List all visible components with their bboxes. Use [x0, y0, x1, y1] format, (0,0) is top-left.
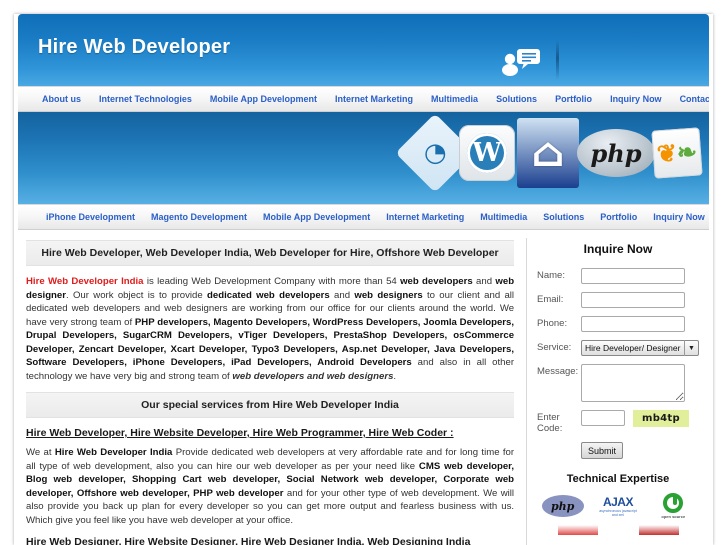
- secondary-navigation: iPhone Development Magento Development M…: [18, 204, 709, 230]
- captcha-input[interactable]: [581, 410, 625, 426]
- intro-text-3: . Our work object is to provide: [66, 289, 208, 301]
- subnav-item-mobile-app-development[interactable]: Mobile App Development: [263, 212, 370, 222]
- ajax-expertise-text: AJAX: [602, 495, 634, 509]
- subnav-item-internet-marketing[interactable]: Internet Marketing: [386, 212, 464, 222]
- section-heading-hire-developer: Hire Web Developer, Hire Website Develop…: [26, 427, 454, 439]
- enter-code-label-line2: Code:: [537, 423, 563, 434]
- wordpress-logo-icon: W: [459, 125, 515, 181]
- php-expertise-icon: php: [541, 493, 585, 519]
- nav-item-mobile-app-development[interactable]: Mobile App Development: [210, 94, 317, 104]
- technical-expertise-title: Technical Expertise: [566, 473, 670, 485]
- subnav-item-inquiry-now[interactable]: Inquiry Now: [653, 212, 705, 222]
- intro-bold-3: dedicated web developers: [207, 289, 330, 301]
- page-root: Hire Web Developer About us Internet Tec…: [0, 0, 727, 545]
- service-select[interactable]: Hire Developer/ Designer ▼: [581, 340, 699, 356]
- ajax-expertise-icon: AJAX asynchronous javascript and xml: [596, 493, 640, 519]
- brand-name-text: Hire Web Developer India: [26, 276, 144, 287]
- nav-item-about-us[interactable]: About us: [42, 94, 81, 104]
- php-logo-icon: php: [577, 129, 655, 177]
- email-label: Email:: [537, 294, 564, 305]
- banner-logo-row: ◔ W ⌂ php ❦ ❧: [395, 113, 703, 193]
- name-input[interactable]: [581, 268, 685, 284]
- site-container: Hire Web Developer About us Internet Tec…: [14, 14, 713, 545]
- magento-glyph: ⌂: [531, 129, 565, 176]
- section-heading-hire-designer: Hire Web Designer, Hire Website Designer…: [26, 536, 471, 545]
- nav-item-solutions[interactable]: Solutions: [496, 94, 537, 104]
- expertise-logo-partial-2: [638, 525, 679, 535]
- main-content-column: Hire Web Developer, Web Developer India,…: [18, 230, 526, 545]
- form-row-captcha: Enter Code: mb4tp: [537, 410, 699, 434]
- open-source-ring-icon: [663, 493, 684, 513]
- submit-button[interactable]: Submit: [581, 442, 623, 459]
- intro-text-1: is leading Web Development Company with …: [143, 276, 401, 287]
- expertise-logo-partial-1: [557, 525, 598, 535]
- form-row-email: Email:: [537, 292, 699, 308]
- form-row-message: Message:: [537, 364, 699, 402]
- nav-item-inquiry-now[interactable]: Inquiry Now: [610, 94, 662, 104]
- email-input[interactable]: [581, 292, 685, 308]
- intro-text-7: .: [393, 370, 397, 382]
- header-divider: [556, 40, 559, 80]
- person-speech-bubble-icon: [502, 49, 540, 76]
- sidebar-column: Inquire Now Name: Email: Phone: Service:: [527, 230, 709, 545]
- service-label: Service:: [537, 342, 572, 353]
- form-row-submit: Submit: [537, 442, 699, 459]
- subnav-item-portfolio[interactable]: Portfolio: [600, 212, 637, 222]
- ajax-expertise-subtext: asynchronous javascript and xml: [599, 509, 637, 517]
- intro-bold-4: web designers: [354, 289, 423, 301]
- nav-item-multimedia[interactable]: Multimedia: [431, 94, 478, 104]
- subnav-item-solutions[interactable]: Solutions: [543, 212, 584, 222]
- form-row-name: Name:: [537, 268, 699, 284]
- expertise-logo-row-partial: [537, 525, 699, 535]
- hero-banner: ◔ W ⌂ php ❦ ❧: [18, 112, 709, 204]
- joomla-glyph-orange: ❦: [655, 139, 678, 168]
- site-header: Hire Web Developer: [18, 14, 709, 86]
- message-label: Message:: [537, 366, 579, 377]
- php-glyph: php: [590, 138, 642, 168]
- message-textarea[interactable]: [581, 364, 685, 402]
- phone-label: Phone:: [537, 318, 568, 329]
- inquire-now-title: Inquire Now: [583, 242, 653, 256]
- php-expertise-text: php: [550, 499, 575, 513]
- open-source-expertise-text: open source: [661, 514, 686, 519]
- intro-paragraph: Hire Web Developer India is leading Web …: [26, 275, 514, 383]
- drupal-glyph: ◔: [423, 138, 447, 168]
- captcha-image: mb4tp: [633, 410, 689, 427]
- joomla-logo-icon: ❦ ❧: [651, 127, 703, 179]
- intro-italic-1: web developers and web designers: [232, 370, 394, 382]
- name-label: Name:: [537, 270, 565, 281]
- open-source-expertise-icon: open source: [651, 493, 695, 519]
- nav-item-internet-technologies[interactable]: Internet Technologies: [99, 94, 192, 104]
- intro-text-4: and: [329, 289, 355, 301]
- enter-code-label-line1: Enter: [537, 412, 560, 423]
- nav-item-contact-us[interactable]: Contact Us: [680, 94, 709, 104]
- content-area: Hire Web Developer, Web Developer India,…: [18, 230, 709, 545]
- expertise-logo-row: php AJAX asynchronous javascript and xml…: [537, 493, 699, 519]
- p2-text-1: We at: [26, 447, 55, 458]
- subnav-item-magento-development[interactable]: Magento Development: [151, 212, 247, 222]
- intro-bold-1: web developers: [400, 276, 473, 287]
- subnav-item-iphone-development[interactable]: iPhone Development: [46, 212, 135, 222]
- page-title: Hire Web Developer: [38, 36, 231, 58]
- services-paragraph: We at Hire Web Developer India Provide d…: [26, 446, 514, 527]
- nav-item-portfolio[interactable]: Portfolio: [555, 94, 592, 104]
- subnav-item-multimedia[interactable]: Multimedia: [480, 212, 527, 222]
- p2-bold-1: Hire Web Developer India: [54, 447, 173, 458]
- primary-navigation: About us Internet Technologies Mobile Ap…: [18, 86, 709, 112]
- magento-logo-icon: ⌂: [517, 118, 579, 188]
- section-band-primary: Hire Web Developer, Web Developer India,…: [26, 240, 515, 266]
- service-selected-value: Hire Developer/ Designer: [585, 343, 681, 353]
- enter-code-label: Enter Code:: [537, 410, 581, 434]
- form-row-phone: Phone:: [537, 316, 699, 332]
- joomla-glyph-green: ❧: [676, 138, 699, 167]
- section-band-services: Our special services from Hire Web Devel…: [26, 392, 515, 418]
- form-row-service: Service: Hire Developer/ Designer ▼: [537, 340, 699, 356]
- wordpress-glyph: W: [467, 133, 507, 173]
- intro-text-2: and: [472, 276, 496, 287]
- nav-item-internet-marketing[interactable]: Internet Marketing: [335, 94, 413, 104]
- phone-input[interactable]: [581, 316, 685, 332]
- chevron-down-icon[interactable]: ▼: [684, 340, 698, 356]
